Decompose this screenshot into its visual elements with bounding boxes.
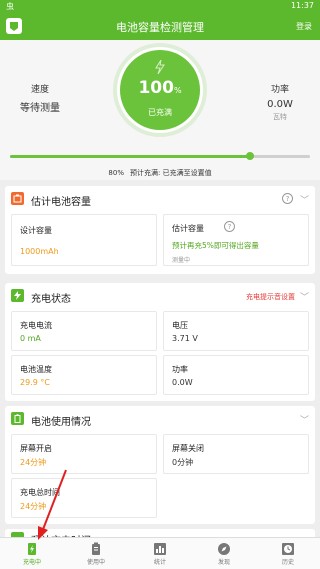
- charge-sound-settings-link[interactable]: 充电提示音设置: [246, 292, 295, 302]
- nav-history-label: 历史: [281, 559, 294, 566]
- speed-section: 速度 等待测量: [6, 82, 74, 114]
- charge-power-cell: 功率 0.0W: [163, 355, 309, 395]
- chevron-down-icon[interactable]: ﹀: [300, 290, 309, 303]
- design-capacity-value: 1000mAh: [20, 247, 59, 256]
- charge-status-icon: [11, 289, 24, 302]
- estimated-capacity-value: 预计再充5%即可得出容量: [172, 241, 259, 250]
- screen-off-value: 0分钟: [172, 458, 194, 467]
- app-title: 电池容量检测管理: [116, 21, 204, 34]
- battery-usage-header[interactable]: 电池使用情况 ﹀: [5, 406, 315, 432]
- slider-fill: [10, 155, 250, 158]
- battery-percent: 100%: [138, 78, 182, 98]
- screen-on-label: 屏幕开启: [20, 444, 52, 453]
- chevron-down-icon[interactable]: ﹀: [300, 193, 309, 206]
- status-notification-icon: 虫: [6, 2, 14, 11]
- slider-thumb[interactable]: [246, 152, 254, 160]
- voltage-cell: 电压 3.71 V: [163, 311, 309, 351]
- design-capacity-cell: 设计容量 1000mAh: [11, 214, 157, 266]
- nav-charging-label: 充电中: [22, 559, 41, 566]
- charge-state: 已充满: [148, 108, 172, 117]
- charge-current-label: 充电电流: [20, 321, 52, 330]
- charge-limit-info: 80% 预计充满: 已充满至设置值: [0, 168, 320, 178]
- clock-icon: [281, 541, 295, 555]
- estimated-capacity-label: 估计容量: [172, 224, 204, 233]
- nav-in-use-label: 使用中: [86, 559, 105, 566]
- total-charge-time-label: 充电总时间: [20, 488, 60, 497]
- charge-status-card: 充电状态 充电提示音设置 ﹀ 充电电流 0 mA 电压 3.71 V 电池温度 …: [5, 283, 315, 401]
- estimated-capacity-cell: 估计容量 ? 预计再充5%即可得出容量 测量中: [163, 214, 309, 266]
- compass-icon: [217, 541, 231, 555]
- screen-on-value: 24分钟: [20, 458, 47, 467]
- nav-charging[interactable]: 充电中: [0, 541, 64, 566]
- charge-current-cell: 充电电流 0 mA: [11, 311, 157, 351]
- capacity-card-title: 估计电池容量: [31, 197, 91, 208]
- charge-power-label: 功率: [172, 365, 188, 374]
- screen-off-cell: 屏幕关闭 0分钟: [163, 434, 309, 474]
- speed-value: 等待测量: [20, 103, 60, 114]
- charge-power-value: 0.0W: [172, 378, 193, 387]
- power-value: 0.0W: [267, 99, 293, 110]
- nav-in-use[interactable]: 使用中: [64, 541, 128, 566]
- battery-temp-label: 电池温度: [20, 365, 52, 374]
- power-unit: 瓦特: [273, 113, 287, 121]
- status-bar: 虫 11:37: [0, 0, 320, 12]
- screen-off-label: 屏幕关闭: [172, 444, 204, 453]
- design-capacity-label: 设计容量: [20, 226, 52, 235]
- battery-level-circle: 100% 已充满: [120, 50, 200, 130]
- total-charge-time-cell: 充电总时间 24分钟: [11, 478, 157, 518]
- charge-limit-slider[interactable]: [10, 152, 310, 160]
- capacity-card: 估计电池容量 ? ﹀ 设计容量 1000mAh 估计容量 ? 预计再充5%即可得…: [5, 186, 315, 274]
- battery-ring: 100% 已充满: [113, 43, 207, 137]
- charge-status-title: 充电状态: [31, 294, 71, 305]
- battery-charging-icon: [25, 541, 39, 555]
- status-time: 11:37: [290, 1, 314, 10]
- bottom-navigation: 充电中 使用中 统计 发现 历史: [0, 537, 320, 569]
- battery-usage-title: 电池使用情况: [31, 417, 91, 428]
- charge-limit-percent: 80%: [108, 169, 124, 177]
- nav-discover[interactable]: 发现: [192, 541, 256, 566]
- chart-icon: [153, 541, 167, 555]
- capacity-icon: [11, 192, 24, 205]
- charge-current-value: 0 mA: [20, 334, 41, 343]
- charge-status-header[interactable]: 充电状态 充电提示音设置 ﹀: [5, 283, 315, 309]
- battery-usage-icon: [11, 412, 24, 425]
- estimated-capacity-status: 测量中: [172, 257, 191, 264]
- help-icon[interactable]: ?: [282, 193, 293, 204]
- power-section: 功率 0.0W 瓦特: [246, 82, 314, 122]
- voltage-label: 电压: [172, 321, 188, 330]
- screen-on-cell: 屏幕开启 24分钟: [11, 434, 157, 474]
- total-charge-time-value: 24分钟: [20, 502, 47, 511]
- battery-temp-value: 29.9 °C: [20, 378, 50, 387]
- estimated-help-icon[interactable]: ?: [224, 221, 235, 232]
- capacity-card-header[interactable]: 估计电池容量 ? ﹀: [5, 186, 315, 212]
- login-button[interactable]: 登录: [296, 21, 312, 32]
- nav-stats-label: 统计: [153, 559, 166, 566]
- power-label: 功率: [270, 85, 289, 95]
- nav-history[interactable]: 历史: [256, 541, 320, 566]
- charge-limit-desc: 预计充满: 已充满至设置值: [129, 169, 212, 177]
- battery-temp-cell: 电池温度 29.9 °C: [11, 355, 157, 395]
- charging-bolt-icon: [155, 60, 165, 74]
- nav-discover-label: 发现: [217, 559, 230, 566]
- battery-icon: [89, 541, 103, 555]
- battery-usage-card: 电池使用情况 ﹀ 屏幕开启 24分钟 屏幕关闭 0分钟 充电总时间 24分钟: [5, 406, 315, 524]
- nav-stats[interactable]: 统计: [128, 541, 192, 566]
- battery-hero: 速度 等待测量 100% 已充满 功率 0.0W 瓦特 80% 预计充满: 已充满…: [0, 40, 320, 180]
- voltage-value: 3.71 V: [172, 334, 198, 343]
- speed-label: 速度: [30, 85, 49, 95]
- app-bar: 电池容量检测管理 登录: [0, 12, 320, 40]
- chevron-down-icon[interactable]: ﹀: [300, 413, 309, 426]
